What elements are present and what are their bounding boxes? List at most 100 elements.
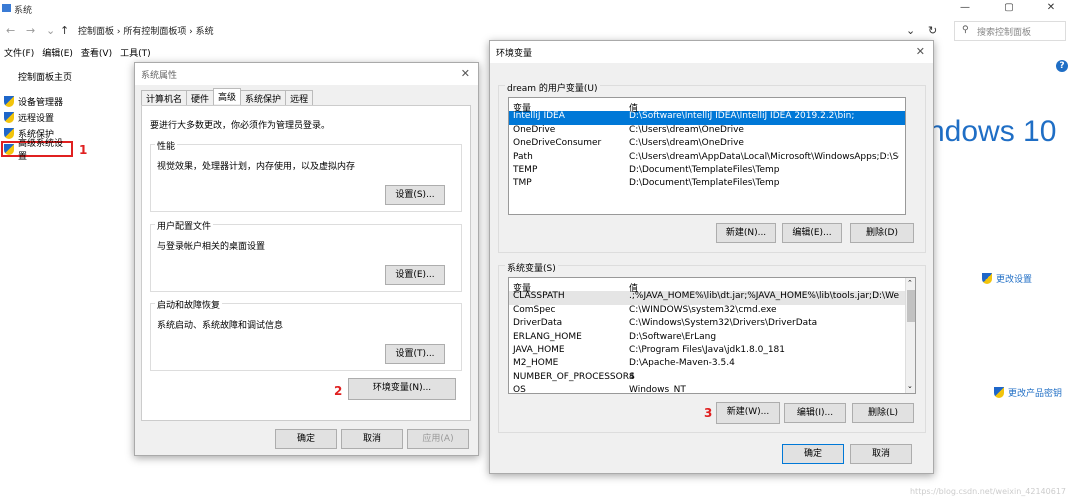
breadcrumb[interactable]: 控制面板 › 所有控制面板项 › 系统	[78, 24, 214, 37]
list-item[interactable]: M2_HOME D:\Apache-Maven-3.5.4	[509, 358, 915, 371]
user-new-button[interactable]: 新建(N)...	[716, 223, 776, 243]
shield-icon	[982, 273, 992, 284]
refresh-icon[interactable]: ↻	[928, 24, 937, 37]
list-item[interactable]: IntelliJ IDEA D:\Software\IntelliJ IDEA\I…	[509, 111, 905, 125]
shield-icon	[4, 127, 14, 139]
system-edit-button[interactable]: 编辑(I)...	[784, 403, 846, 423]
system-delete-button[interactable]: 删除(L)	[852, 403, 914, 423]
maximize-button[interactable]: ▢	[994, 2, 1024, 16]
shield-icon	[4, 111, 14, 123]
forward-arrow-icon[interactable]: →	[26, 24, 35, 37]
windows-logo-text: ndows 10	[928, 115, 1057, 148]
list-header: 变量值	[509, 278, 915, 294]
user-profiles-settings-button[interactable]: 设置(E)...	[385, 265, 445, 285]
nav-advanced-settings[interactable]: 高级系统设置	[1, 139, 73, 162]
performance-settings-button[interactable]: 设置(S)...	[385, 185, 445, 205]
step-1-label: 1	[79, 143, 88, 157]
menu-view[interactable]: 查看(V)	[81, 49, 112, 59]
back-arrow-icon[interactable]: ←	[6, 24, 15, 37]
group-desc: 与登录帐户相关的桌面设置	[157, 242, 266, 252]
list-item[interactable]: OneDriveConsumer C:\Users\dream\OneDrive	[509, 138, 905, 151]
list-scrollbar[interactable]: ⌃ ⌄	[905, 278, 915, 393]
minimize-button[interactable]: —	[950, 2, 980, 16]
ok-button[interactable]: 确定	[782, 444, 844, 464]
window-title: 系统	[14, 6, 33, 16]
list-item[interactable]: OneDrive C:\Users\dream\OneDrive	[509, 125, 905, 138]
system-icon	[2, 4, 11, 12]
system-new-button[interactable]: 新建(W)...	[716, 402, 780, 424]
address-bar: ← → ⌄ ↑ 控制面板 › 所有控制面板项 › 系统 ⌄ ↻ 搜索控制面板 ⚲	[0, 20, 1070, 42]
environment-variables-button[interactable]: 环境变量(N)...	[348, 378, 456, 400]
admin-note: 要进行大多数更改，你必须作为管理员登录。	[150, 121, 331, 131]
user-edit-button[interactable]: 编辑(E)...	[782, 223, 842, 243]
list-item[interactable]: OS Windows_NT	[509, 385, 915, 393]
performance-group: 性能 视觉效果，处理器计划，内存使用，以及虚拟内存 设置(S)...	[150, 139, 462, 212]
change-product-key-link[interactable]: 更改产品密钥	[994, 386, 1062, 399]
apply-button[interactable]: 应用(A)	[407, 429, 469, 449]
help-icon[interactable]: ?	[1056, 60, 1068, 72]
watermark: https://blog.csdn.net/weixin_42140617	[909, 487, 1066, 496]
close-icon[interactable]: ✕	[916, 45, 925, 58]
tab-advanced[interactable]: 高级	[213, 88, 242, 104]
list-header: 变量值	[509, 98, 905, 114]
tab-system-protection[interactable]: 系统保护	[240, 90, 287, 106]
ok-button[interactable]: 确定	[275, 429, 337, 449]
change-settings-link[interactable]: 更改设置	[982, 272, 1032, 285]
group-label: 启动和故障恢复	[155, 298, 223, 311]
user-profiles-group: 用户配置文件 与登录帐户相关的桌面设置 设置(E)...	[150, 219, 462, 292]
dialog-title: 系统属性	[135, 63, 478, 85]
cancel-button[interactable]: 取消	[850, 444, 912, 464]
system-properties-dialog: 系统属性 ✕ 计算机名 硬件 高级 系统保护 远程 要进行大多数更改，你必须作为管理员登…	[134, 62, 479, 456]
group-desc: 视觉效果，处理器计划，内存使用，以及虚拟内存	[157, 162, 356, 172]
tab-strip: 计算机名 硬件 高级 系统保护 远程	[141, 88, 314, 106]
nav-device-manager[interactable]: 设备管理器	[4, 93, 94, 109]
step-2-label: 2	[334, 384, 343, 398]
window-titlebar: 系统 — ▢ ✕	[0, 0, 1070, 18]
scroll-up-icon[interactable]: ⌃	[907, 279, 913, 287]
search-icon: ⚲	[962, 25, 969, 35]
group-desc: 系统启动、系统故障和调试信息	[157, 321, 284, 331]
dropdown-chevron-icon[interactable]: ⌄	[906, 24, 915, 37]
close-button[interactable]: ✕	[1036, 2, 1066, 16]
scroll-down-icon[interactable]: ⌄	[907, 382, 913, 390]
shield-icon	[994, 387, 1004, 398]
tab-remote[interactable]: 远程	[285, 90, 314, 106]
list-item[interactable]: CLASSPATH .;%JAVA_HOME%\lib\dt.jar;%JAVA_…	[509, 291, 915, 305]
startup-recovery-settings-button[interactable]: 设置(T)...	[385, 344, 445, 364]
step-3-label: 3	[704, 406, 713, 420]
recent-chevron-icon[interactable]: ⌄	[46, 24, 55, 37]
menu-file[interactable]: 文件(F)	[4, 49, 34, 59]
menu-bar: 文件(F) 编辑(E) 查看(V) 工具(T)	[0, 46, 159, 60]
nav-home-link[interactable]: 控制面板主页	[18, 70, 72, 83]
shield-icon	[4, 95, 14, 107]
advanced-tab-panel: 要进行大多数更改，你必须作为管理员登录。 性能 视觉效果，处理器计划，内存使用，…	[141, 105, 471, 421]
environment-variables-dialog: 环境变量 ✕ dream 的用户变量(U) 变量值 IntelliJ IDEA D…	[489, 40, 934, 474]
startup-recovery-group: 启动和故障恢复 系统启动、系统故障和调试信息 设置(T)...	[150, 298, 462, 371]
user-variables-list[interactable]: 变量值 IntelliJ IDEA D:\Software\IntelliJ ID…	[508, 97, 906, 215]
menu-tools[interactable]: 工具(T)	[120, 49, 151, 59]
list-item[interactable]: JAVA_HOME C:\Program Files\Java\jdk1.8.0_…	[509, 345, 915, 358]
list-item[interactable]: ComSpec C:\WINDOWS\system32\cmd.exe	[509, 305, 915, 318]
list-item[interactable]: TEMP D:\Document\TemplateFiles\Temp	[509, 165, 905, 178]
menu-edit[interactable]: 编辑(E)	[42, 49, 73, 59]
shield-icon	[4, 143, 14, 155]
tab-computer-name[interactable]: 计算机名	[141, 90, 188, 106]
user-delete-button[interactable]: 删除(D)	[850, 223, 914, 243]
dialog-title: 环境变量	[490, 41, 933, 63]
group-label: 性能	[155, 139, 178, 152]
list-item[interactable]: TMP D:\Document\TemplateFiles\Temp	[509, 178, 905, 191]
up-arrow-icon[interactable]: ↑	[60, 24, 69, 37]
nav-remote-settings[interactable]: 远程设置	[4, 109, 94, 125]
group-label: 系统变量(S)	[505, 261, 558, 274]
list-item[interactable]: DriverData C:\Windows\System32\Drivers\Dr…	[509, 318, 915, 331]
system-variables-list[interactable]: 变量值 CLASSPATH .;%JAVA_HOME%\lib\dt.jar;%J…	[508, 277, 916, 394]
tab-hardware[interactable]: 硬件	[186, 90, 215, 106]
group-label: dream 的用户变量(U)	[505, 81, 600, 94]
scroll-thumb[interactable]	[907, 290, 915, 322]
close-icon[interactable]: ✕	[461, 67, 470, 80]
list-item[interactable]: NUMBER_OF_PROCESSORS4	[509, 372, 915, 385]
cancel-button[interactable]: 取消	[341, 429, 403, 449]
list-item[interactable]: Path C:\Users\dream\AppData\Local\Microso…	[509, 152, 905, 165]
search-input[interactable]: 搜索控制面板	[954, 21, 1066, 41]
list-item[interactable]: ERLANG_HOME D:\Software\ErLang	[509, 332, 915, 345]
